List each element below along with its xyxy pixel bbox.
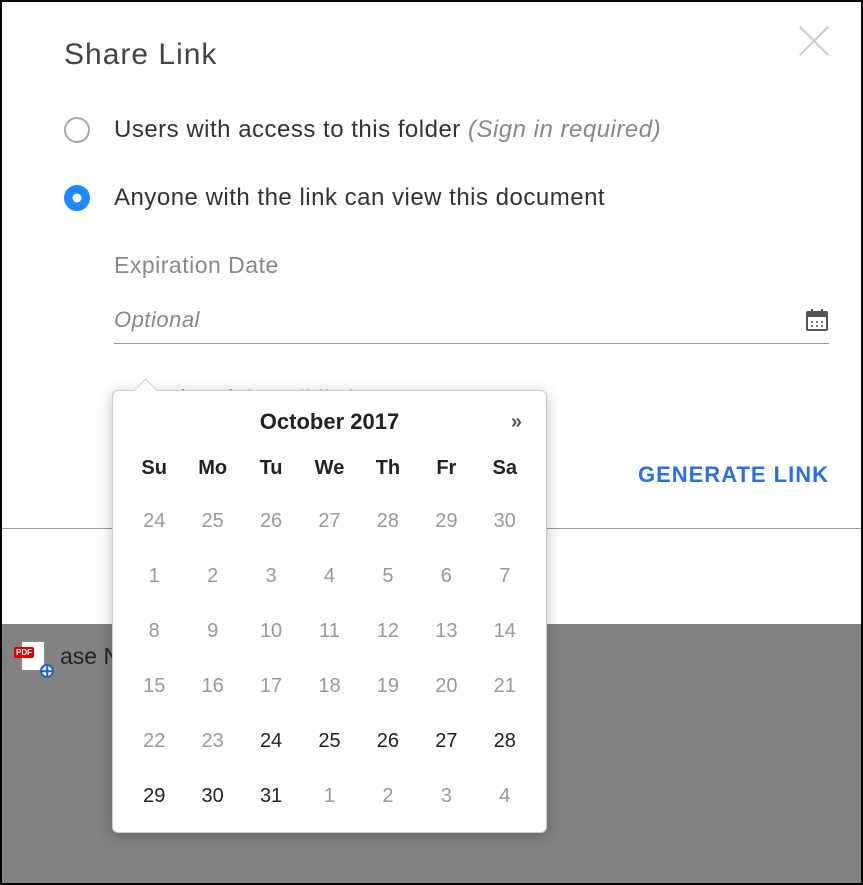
- datepicker-day[interactable]: 24: [242, 716, 300, 767]
- datepicker-next-icon[interactable]: »: [511, 411, 520, 434]
- datepicker-day[interactable]: 1: [300, 771, 358, 822]
- datepicker-day[interactable]: 27: [300, 496, 358, 547]
- datepicker-dow: We: [300, 449, 358, 492]
- datepicker-dow: Sa: [476, 449, 534, 492]
- datepicker-day[interactable]: 3: [242, 551, 300, 602]
- datepicker-day[interactable]: 1: [125, 551, 183, 602]
- datepicker-dow: Fr: [417, 449, 475, 492]
- datepicker-day[interactable]: 5: [359, 551, 417, 602]
- datepicker-day[interactable]: 13: [417, 606, 475, 657]
- radio-anyone-with-link[interactable]: [64, 185, 90, 211]
- datepicker-popup: October 2017 » SuMoTuWeThFrSa24252627282…: [112, 390, 547, 833]
- datepicker-day[interactable]: 4: [476, 771, 534, 822]
- datepicker-day[interactable]: 3: [417, 771, 475, 822]
- pdf-shared-icon: PDF: [20, 640, 46, 672]
- datepicker-day[interactable]: 30: [476, 496, 534, 547]
- datepicker-day[interactable]: 14: [476, 606, 534, 657]
- datepicker-day[interactable]: 2: [183, 551, 241, 602]
- option-anyone-with-link-label: Anyone with the link can view this docum…: [114, 184, 605, 212]
- datepicker-day[interactable]: 2: [359, 771, 417, 822]
- datepicker-day[interactable]: 24: [125, 496, 183, 547]
- datepicker-day[interactable]: 16: [183, 661, 241, 712]
- datepicker-day[interactable]: 6: [417, 551, 475, 602]
- datepicker-dow: Su: [125, 449, 183, 492]
- radio-users-with-access[interactable]: [64, 117, 90, 143]
- datepicker-day[interactable]: 7: [476, 551, 534, 602]
- datepicker-day[interactable]: 9: [183, 606, 241, 657]
- expiration-date-label: Expiration Date: [114, 252, 829, 279]
- expiration-date-field[interactable]: [114, 307, 829, 344]
- modal-title: Share Link: [64, 38, 829, 72]
- datepicker-day[interactable]: 23: [183, 716, 241, 767]
- option-anyone-with-link[interactable]: Anyone with the link can view this docum…: [64, 184, 829, 212]
- datepicker-dow: Th: [359, 449, 417, 492]
- option-users-with-access[interactable]: Users with access to this folder (Sign i…: [64, 116, 829, 144]
- datepicker-day[interactable]: 25: [300, 716, 358, 767]
- datepicker-day[interactable]: 4: [300, 551, 358, 602]
- datepicker-day[interactable]: 27: [417, 716, 475, 767]
- datepicker-day[interactable]: 18: [300, 661, 358, 712]
- option-users-with-access-label: Users with access to this folder (Sign i…: [114, 116, 661, 144]
- datepicker-day[interactable]: 15: [125, 661, 183, 712]
- datepicker-month-title: October 2017: [260, 409, 399, 434]
- datepicker-dow: Tu: [242, 449, 300, 492]
- datepicker-day[interactable]: 17: [242, 661, 300, 712]
- datepicker-day[interactable]: 26: [242, 496, 300, 547]
- datepicker-day[interactable]: 10: [242, 606, 300, 657]
- datepicker-day[interactable]: 28: [359, 496, 417, 547]
- datepicker-day[interactable]: 19: [359, 661, 417, 712]
- datepicker-day[interactable]: 21: [476, 661, 534, 712]
- datepicker-day[interactable]: 28: [476, 716, 534, 767]
- datepicker-day[interactable]: 25: [183, 496, 241, 547]
- datepicker-day[interactable]: 12: [359, 606, 417, 657]
- close-icon[interactable]: [793, 20, 835, 62]
- datepicker-day[interactable]: 20: [417, 661, 475, 712]
- expiration-date-input[interactable]: [114, 307, 805, 333]
- datepicker-day[interactable]: 30: [183, 771, 241, 822]
- datepicker-day[interactable]: 11: [300, 606, 358, 657]
- datepicker-dow: Mo: [183, 449, 241, 492]
- generate-link-button[interactable]: GENERATE LINK: [638, 462, 829, 488]
- datepicker-day[interactable]: 8: [125, 606, 183, 657]
- datepicker-day[interactable]: 22: [125, 716, 183, 767]
- datepicker-day[interactable]: 29: [417, 496, 475, 547]
- calendar-icon[interactable]: [805, 308, 829, 332]
- datepicker-day[interactable]: 31: [242, 771, 300, 822]
- datepicker-day[interactable]: 29: [125, 771, 183, 822]
- datepicker-day[interactable]: 26: [359, 716, 417, 767]
